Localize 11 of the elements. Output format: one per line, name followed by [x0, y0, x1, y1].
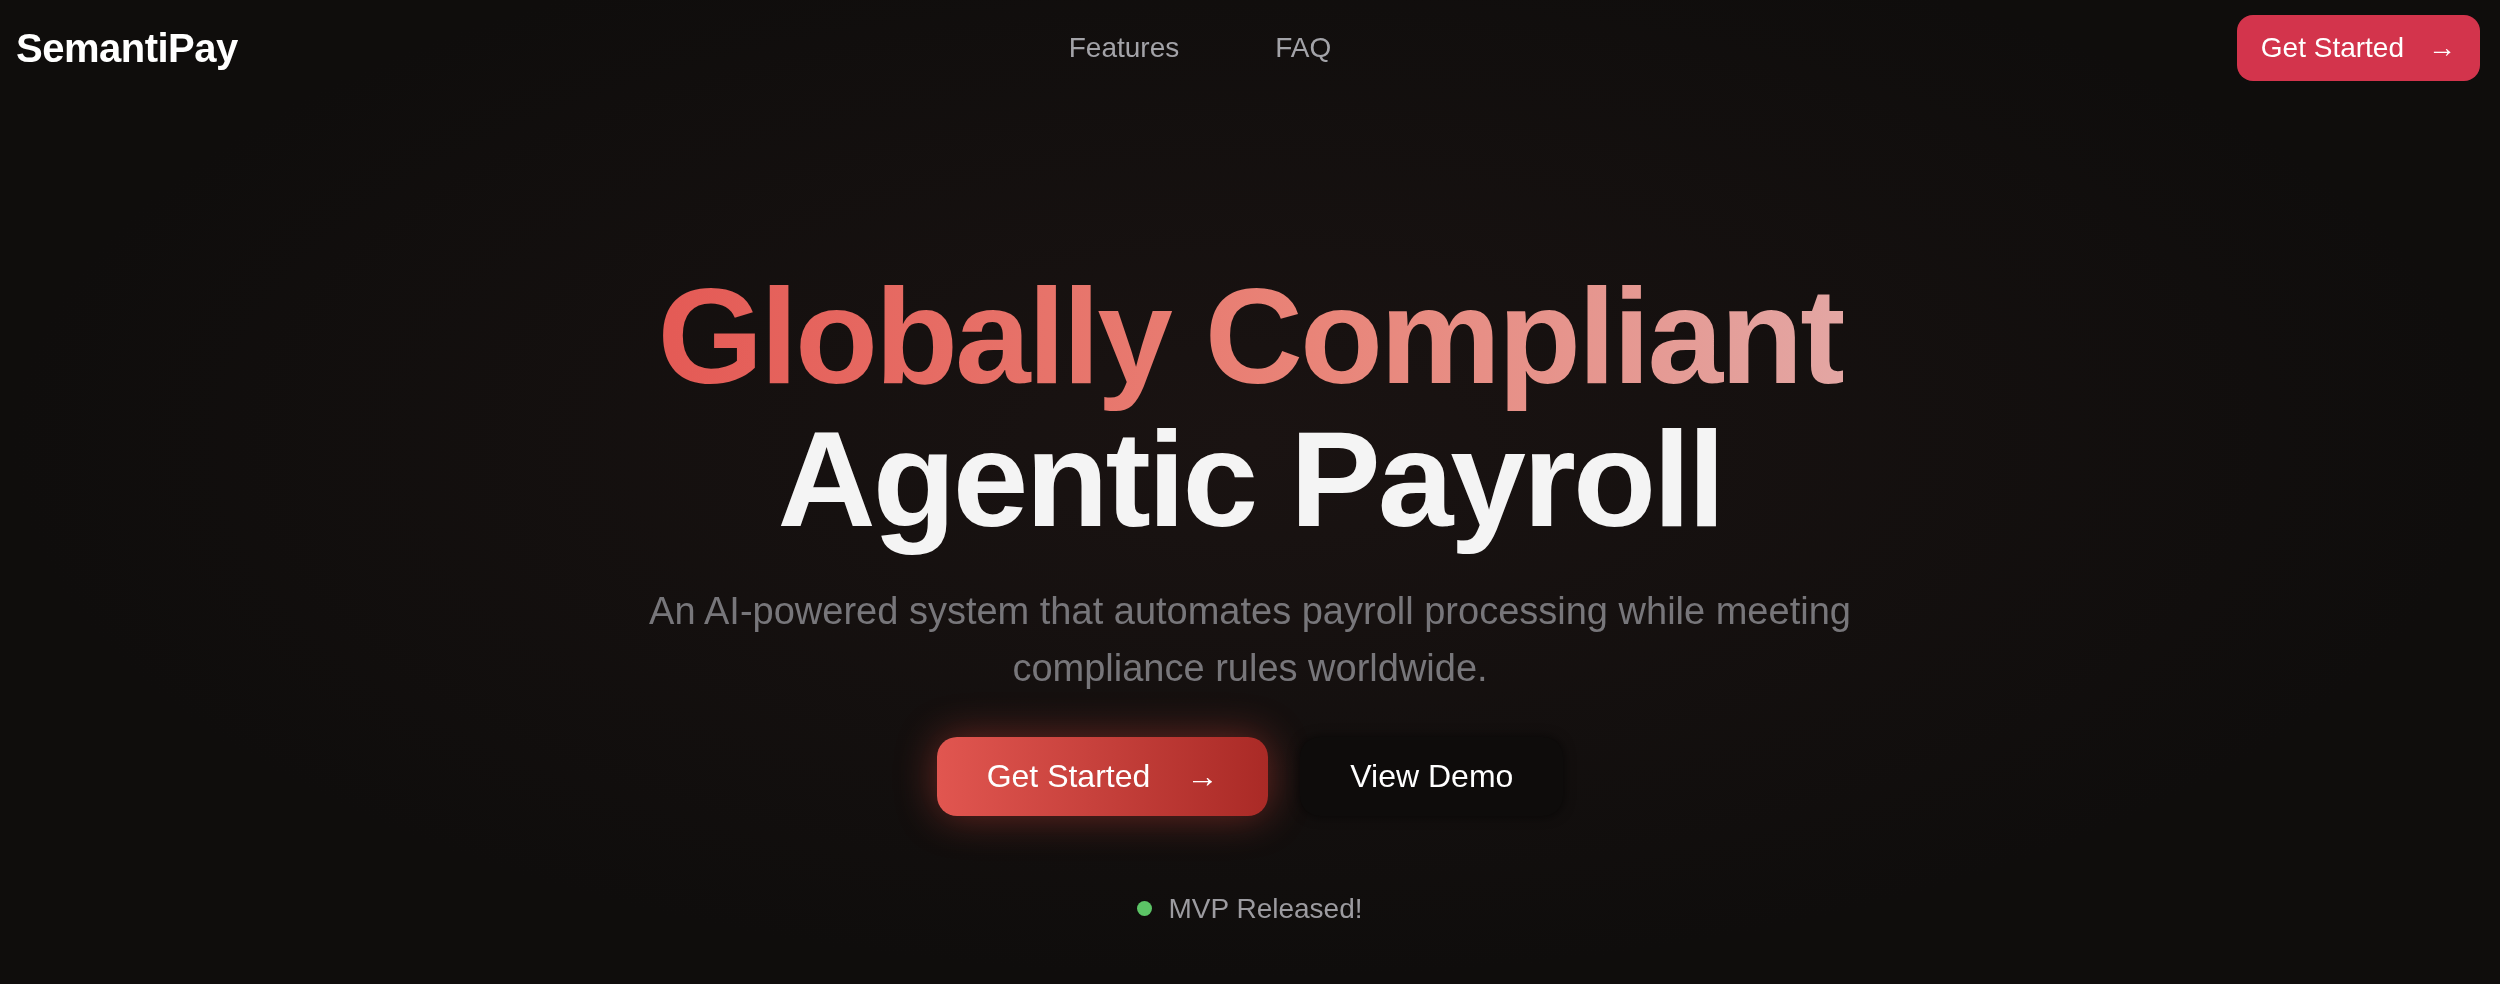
- status-text: MVP Released!: [1168, 891, 1363, 926]
- logo[interactable]: SemantiPay: [16, 17, 238, 78]
- arrow-icon: →: [1186, 752, 1219, 801]
- view-demo-button[interactable]: View Demo: [1300, 736, 1564, 816]
- get-started-button[interactable]: Get Started →: [936, 736, 1269, 816]
- arrow-icon: →: [2428, 26, 2456, 69]
- nav-link[interactable]: Features: [1068, 26, 1180, 69]
- nav-link[interactable]: FAQ: [1275, 26, 1332, 69]
- subtitle: An AI-powered system that automates payroll processing while meeting compliance rules worldwide.: [648, 588, 1852, 691]
- status-dot: [1137, 901, 1153, 917]
- get-started-button[interactable]: Get Started →: [2236, 14, 2480, 81]
